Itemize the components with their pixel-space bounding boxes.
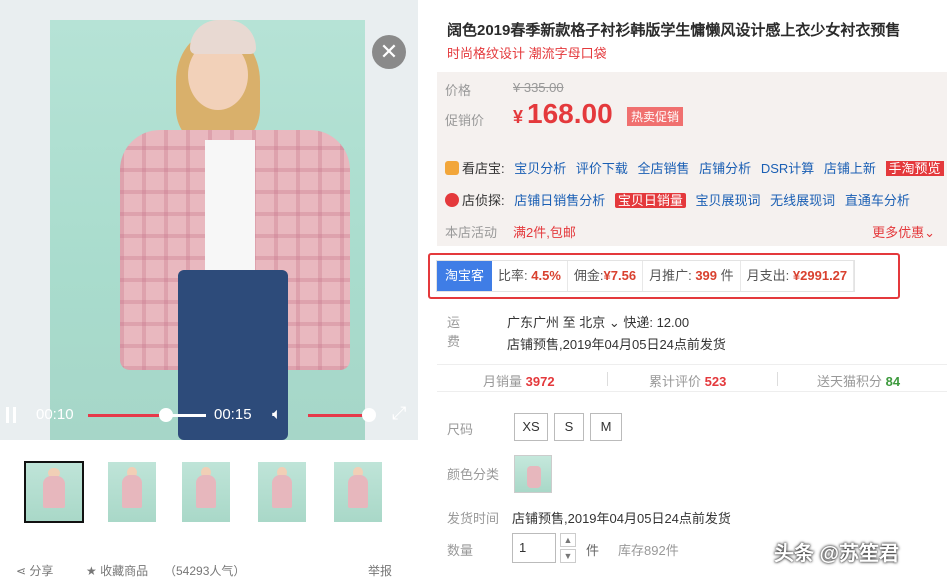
product-title: 阔色2019春季新款格子衬衫韩版学生慵懒风设计感上衣少女衬衣预售 [447,22,901,39]
thumbnail-2[interactable] [108,462,156,522]
shop-daily-sales-link[interactable]: 店铺日销售分析 [514,193,605,208]
price-box: 价格 ¥ 335.00 促销价 ¥168.00 热卖促销 看店宝: 宝贝分析 评… [437,72,947,246]
dianzhentan-icon [445,193,459,207]
dianzhentan-row: 店侦探: 店铺日销售分析 宝贝日销量 宝贝展现词 无线展现词 直通车分析 [445,190,910,209]
tool-link-8[interactable]: 无线展现词 [770,193,835,208]
product-subtitle: 时尚格纹设计 潮流字母口袋 [447,46,607,61]
divider [607,372,608,386]
video-controls: 00:10 00:15 🔈︎ ⤢ [0,393,418,439]
taobaoke-tag[interactable]: 淘宝客 [437,261,493,291]
watermark: 头条 @苏笙君 [774,543,900,565]
tool-link-6[interactable]: 店铺上新 [824,161,876,176]
pause-icon[interactable] [6,407,16,423]
taobaoke-bar: 淘宝客 比率: 4.5% 佣金:¥7.56 月推广: 399 件 月支出: ¥2… [436,260,856,292]
promo-price-value: 168.00 [527,98,613,129]
color-swatch[interactable] [514,455,552,493]
sales-stats: 月销量 3972 累计评价 523 送天猫积分 84 [437,364,947,392]
share-link[interactable]: ⋖ 分享 [16,562,53,579]
quantity-decrease-button[interactable]: ▼ [560,549,576,563]
size-option-s[interactable]: S [554,413,584,441]
size-option-xs[interactable]: XS [514,413,548,441]
ship-time-value: 店铺预售,2019年04月05日24点前发货 [512,511,731,526]
report-link[interactable]: 举报 [368,562,392,579]
hot-sale-badge: 热卖促销 [627,107,684,126]
commission-rate: 比率: 4.5% [492,261,568,291]
total-reviews[interactable]: 累计评价 523 [649,371,726,390]
progress-fill [88,414,166,417]
monthly-spend: 月支出: ¥2991.27 [741,261,855,291]
monthly-promotion: 月推广: 399 件 [643,261,741,291]
taobaoke-highlight-box: 淘宝客 比率: 4.5% 佣金:¥7.56 月推广: 399 件 月支出: ¥2… [428,253,900,299]
currency-symbol: ¥ [513,107,524,127]
promo-price-label: 促销价 [445,113,485,128]
original-price-label: 价格 [445,83,472,98]
tool-link-2[interactable]: 评价下载 [576,161,628,176]
dianzhentan-label: 店侦探: [462,193,505,208]
thumbnail-strip [24,461,404,524]
tool-link-4[interactable]: 店铺分析 [699,161,751,176]
star-icon: ★ [86,564,97,578]
volume-knob[interactable] [362,408,376,422]
kandianbao-row: 看店宝: 宝贝分析 评价下载 全店销售 店铺分析 DSR计算 店铺上新 手淘预览 [445,158,944,177]
volume-mute-icon[interactable]: 🔈︎ [272,406,282,424]
product-media[interactable]: ✕ 00:10 00:15 🔈︎ ⤢ [0,0,418,440]
fullscreen-icon[interactable]: ⤢ [392,403,406,424]
shipping-label: 运费 [447,315,461,349]
ship-time-label: 发货时间 [447,511,500,526]
item-daily-sales-button[interactable]: 宝贝日销量 [614,193,686,208]
divider [777,372,778,386]
thumbnail-4[interactable] [258,462,306,522]
thumbnail-5[interactable] [334,462,382,522]
quantity-input[interactable]: 1 [512,533,556,563]
mobile-preview-button[interactable]: 手淘预览 [885,161,944,176]
total-time: 00:15 [214,406,252,423]
kandianbao-icon [445,161,459,175]
chevron-down-icon: ⌄ [924,225,935,240]
tool-link-5[interactable]: DSR计算 [761,161,814,176]
size-option-m[interactable]: M [590,413,622,441]
color-label: 颜色分类 [447,467,500,482]
thumbnail-1[interactable] [24,461,84,523]
shipping-presale-note: 店铺预售,2019年04月05日24点前发货 [507,337,726,352]
popularity-count: （54293人气） [164,564,246,578]
tool-link-7[interactable]: 宝贝展现词 [696,193,761,208]
tool-link-1[interactable]: 宝贝分析 [514,161,566,176]
tool-link-3[interactable]: 全店销售 [638,161,690,176]
quantity-increase-button[interactable]: ▲ [560,533,576,547]
tmall-points: 送天猫积分 84 [817,374,901,389]
volume-track[interactable] [308,414,369,417]
shipping-route[interactable]: 广东广州 至 北京 ⌄ 快递: 12.00 [507,312,689,331]
monthly-sales: 月销量 3972 [483,374,555,389]
more-offers-label: 更多优惠 [872,225,925,240]
favorite-link[interactable]: ★ 收藏商品 [86,562,148,579]
activity-label: 本店活动 [445,225,498,240]
model-tee [205,140,255,270]
close-video-button[interactable]: ✕ [372,35,406,69]
progress-knob[interactable] [159,408,173,422]
size-label: 尺码 [447,422,474,437]
tool-link-9[interactable]: 直通车分析 [845,193,910,208]
thumbnail-3[interactable] [182,462,230,522]
commission-amount: 佣金:¥7.56 [568,261,644,291]
kandianbao-label: 看店宝: [462,161,505,176]
promo-price: ¥168.00 [513,98,613,130]
share-icon: ⋖ [16,564,27,578]
share-row: ⋖ 分享 ★ 收藏商品 （54293人气） 举报 [12,560,412,578]
stock-count: 库存892件 [618,543,679,558]
activity-value: 满2件,包邮 [513,225,576,240]
more-offers-link[interactable]: 更多优惠⌄ [872,222,935,241]
shop-activity: 本店活动 满2件,包邮 [445,222,576,241]
current-time: 00:10 [36,406,74,423]
quantity-unit: 件 [586,543,600,558]
original-price: ¥ 335.00 [513,80,564,95]
quantity-label: 数量 [447,543,474,558]
